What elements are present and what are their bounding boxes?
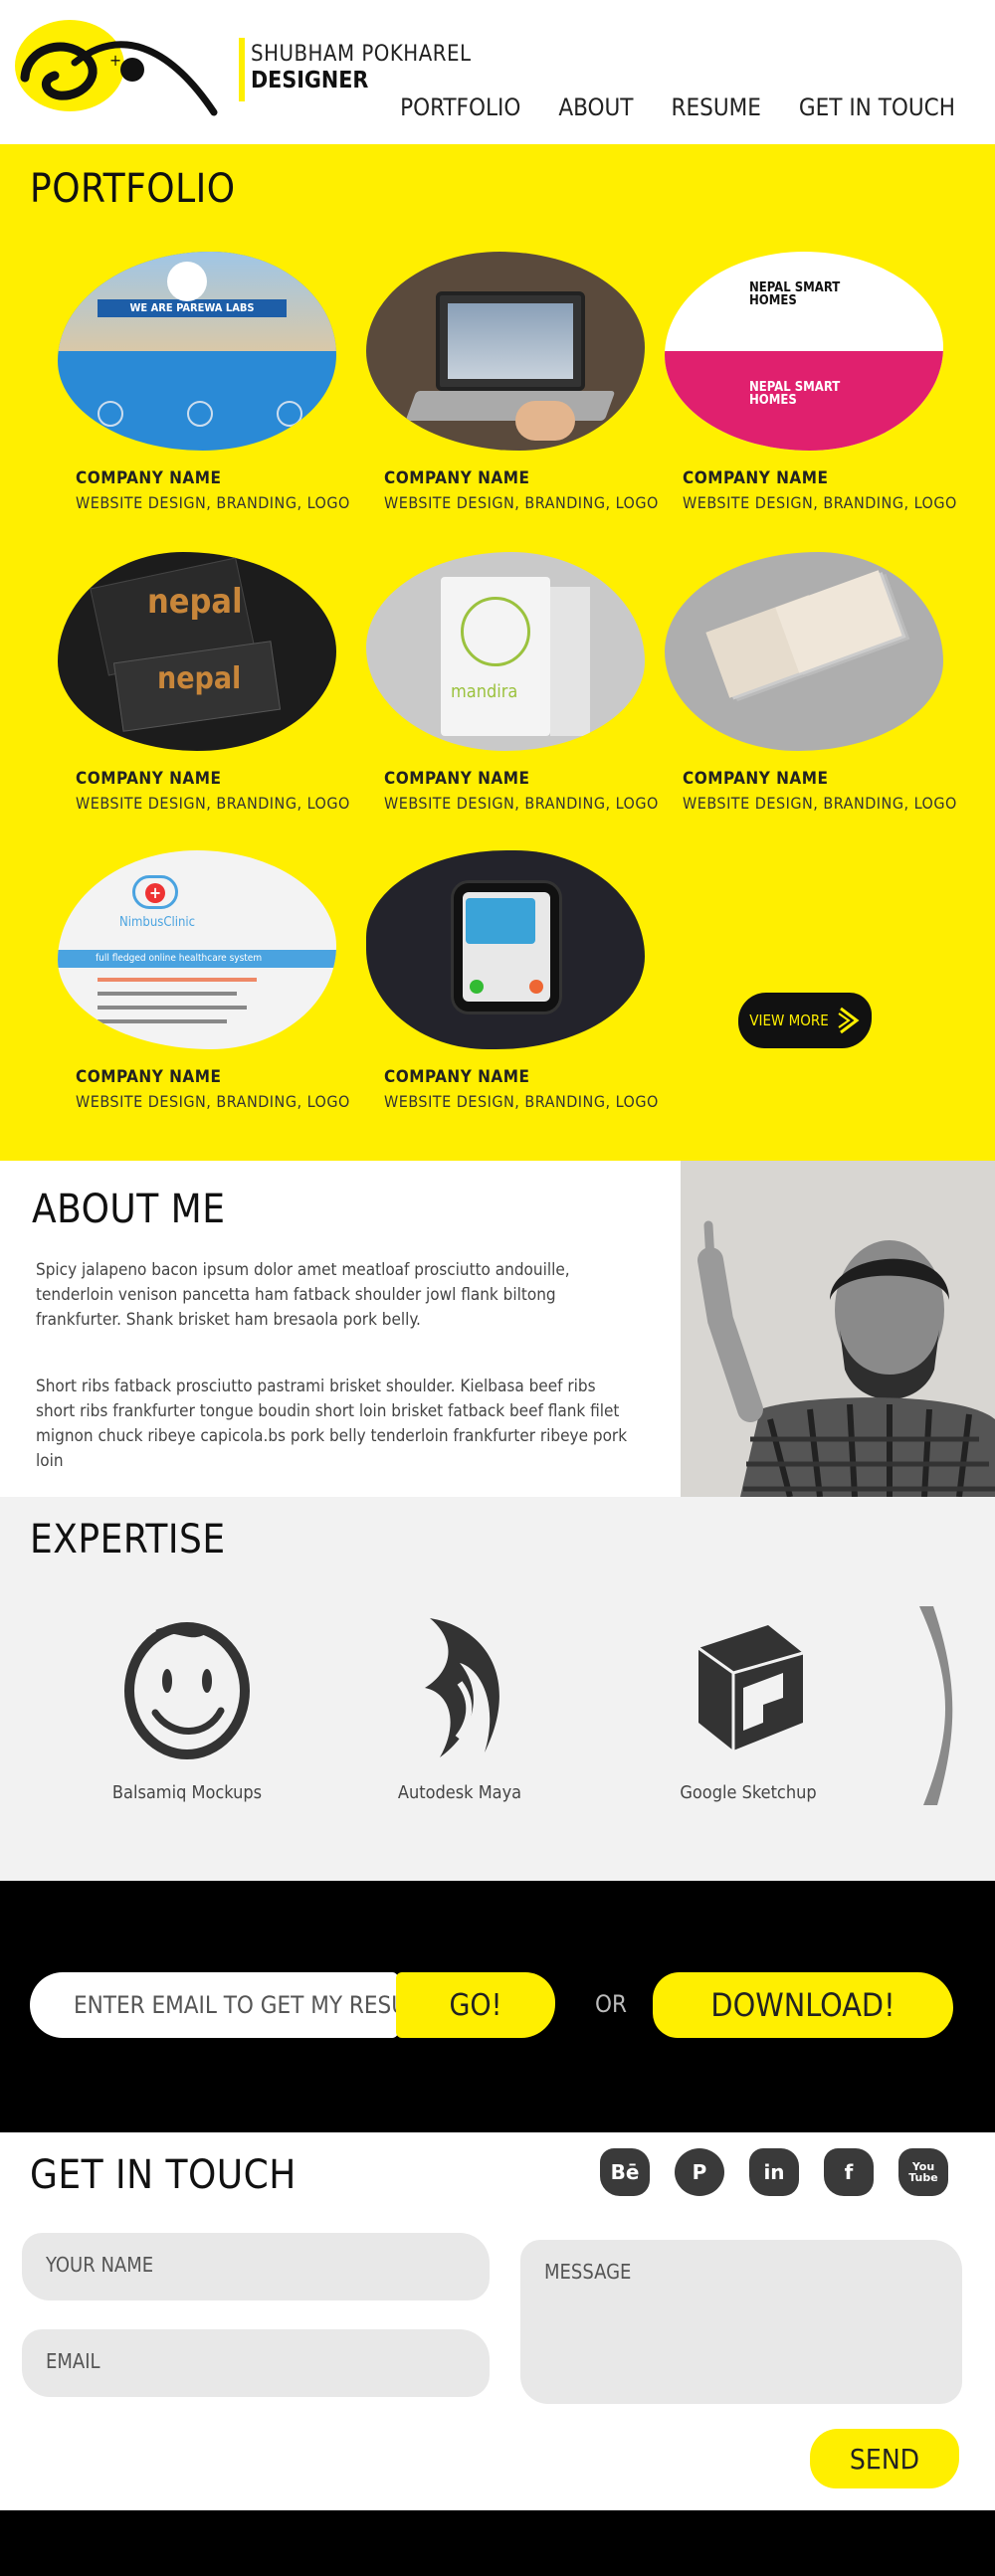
main-nav: PORTFOLIO ABOUT RESUME GET IN TOUCH [400,93,955,121]
card-tags: WEBSITE DESIGN, BRANDING, LOGO [76,493,350,512]
portfolio-section: PORTFOLIO WE ARE PAREWA LABS COMPANY NAM… [0,144,995,1161]
card-tags: WEBSITE DESIGN, BRANDING, LOGO [384,493,659,512]
site-footer [0,2510,995,2576]
message-textarea[interactable]: MESSAGE [520,2240,962,2404]
portfolio-image [665,552,943,751]
card-title: COMPANY NAME [76,769,222,789]
behance-icon[interactable]: Bē [600,2148,650,2196]
download-resume-button[interactable]: DOWNLOAD! [653,1972,953,2038]
portfolio-image-caption: full fledged online healthcare system [58,950,336,968]
portfolio-image [366,252,645,451]
portfolio-image: + NimbusClinic full fledged online healt… [58,850,336,1049]
view-more-button[interactable]: VIEW MORE [738,993,872,1048]
send-button[interactable]: SEND [810,2429,959,2488]
card-title: COMPANY NAME [76,468,222,488]
card-tags: WEBSITE DESIGN, BRANDING, LOGO [683,493,957,512]
card-title: COMPANY NAME [76,1067,222,1087]
portfolio-card[interactable]: WE ARE PAREWA LABS COMPANY NAME WEBSITE … [58,252,356,512]
nav-about[interactable]: ABOUT [558,93,633,121]
about-section: ABOUT ME Spicy jalapeno bacon ipsum dolo… [0,1161,995,1497]
portfolio-title: PORTFOLIO [30,166,236,212]
portfolio-image-caption: nepal [157,661,242,696]
expertise-section: EXPERTISE Balsamiq Mockups Autodesk Maya… [0,1497,995,1881]
youtube-icon[interactable]: You Tube [898,2148,948,2196]
portfolio-card[interactable]: COMPANY NAME WEBSITE DESIGN, BRANDING, L… [366,850,665,1111]
facebook-icon[interactable]: f [824,2148,874,2196]
svg-text:+: + [109,51,121,70]
resume-cta-section: ENTER EMAIL TO GET MY RESUME GO! OR DOWN… [0,1881,995,2132]
about-title: ABOUT ME [32,1187,226,1232]
chevron-right-icon[interactable] [913,1601,953,1810]
portfolio-image-caption: NEPAL SMART HOMES [749,280,841,308]
name-input[interactable]: YOUR NAME [22,2233,490,2300]
card-tags: WEBSITE DESIGN, BRANDING, LOGO [76,1092,350,1111]
about-paragraph: Spicy jalapeno bacon ipsum dolor amet me… [36,1260,570,1330]
card-title: COMPANY NAME [683,769,829,789]
skill-item: Google Sketchup [649,1613,848,1803]
portfolio-card[interactable]: nepal nepal COMPANY NAME WEBSITE DESIGN,… [58,552,356,813]
logo-icon[interactable]: + [15,18,219,122]
skill-item: Balsamiq Mockups [88,1613,287,1803]
maya-icon [425,1618,499,1757]
resume-email-input[interactable]: ENTER EMAIL TO GET MY RESUME [30,1972,439,2038]
nav-resume[interactable]: RESUME [671,93,760,121]
portfolio-card[interactable]: COMPANY NAME WEBSITE DESIGN, BRANDING, L… [665,552,963,813]
logo-role: DESIGNER [251,68,369,93]
email-input[interactable]: EMAIL [22,2329,490,2397]
contact-section: GET IN TOUCH Bē P in f You Tube YOUR NAM… [0,2132,995,2510]
card-tags: WEBSITE DESIGN, BRANDING, LOGO [76,794,350,813]
card-tags: WEBSITE DESIGN, BRANDING, LOGO [384,1092,659,1111]
portfolio-image: mandira [366,552,645,751]
card-title: COMPANY NAME [384,769,530,789]
skill-item: Autodesk Maya [360,1613,559,1803]
card-tags: WEBSITE DESIGN, BRANDING, LOGO [683,794,957,813]
portfolio-image [366,850,645,1049]
contact-title: GET IN TOUCH [30,2152,297,2198]
portfolio-image-caption: NEPAL SMART HOMES [749,380,841,408]
portfolio-card[interactable]: COMPANY NAME WEBSITE DESIGN, BRANDING, L… [366,252,665,512]
social-links: Bē P in f You Tube [600,2148,948,2196]
card-title: COMPANY NAME [384,1067,530,1087]
skill-label: Autodesk Maya [397,1782,522,1803]
portfolio-image: NEPAL SMART HOMES NEPAL SMART HOMES [665,252,943,451]
linkedin-icon[interactable]: in [749,2148,799,2196]
sketchup-icon [697,1625,804,1750]
card-tags: WEBSITE DESIGN, BRANDING, LOGO [384,794,659,813]
chevron-right-icon [838,1007,860,1034]
profile-photo [681,1161,995,1497]
card-title: COMPANY NAME [384,468,530,488]
portfolio-image: WE ARE PAREWA LABS [58,252,336,451]
portfolio-card[interactable]: + NimbusClinic full fledged online healt… [58,850,356,1111]
nav-portfolio[interactable]: PORTFOLIO [400,93,520,121]
portfolio-image-caption: nepal [147,582,243,622]
nav-get-in-touch[interactable]: GET IN TOUCH [799,93,955,121]
pinterest-icon[interactable]: P [675,2148,724,2196]
or-separator: OR [595,1990,627,2018]
portfolio-card[interactable]: NEPAL SMART HOMES NEPAL SMART HOMES COMP… [665,252,963,512]
card-title: COMPANY NAME [683,468,829,488]
view-more-label: VIEW MORE [749,1012,829,1029]
go-button[interactable]: GO! [396,1972,555,2038]
balsamiq-icon [124,1622,250,1759]
logo-name: SHUBHAM POKHAREL [251,42,472,67]
skill-label: Balsamiq Mockups [111,1782,263,1803]
expertise-title: EXPERTISE [30,1517,226,1563]
portfolio-image-caption: mandira [451,681,518,702]
about-paragraph: Short ribs fatback prosciutto pastrami b… [36,1377,628,1471]
portfolio-image-caption: NimbusClinic [119,915,196,930]
portfolio-image-caption: WE ARE PAREWA LABS [98,299,287,317]
site-header: + SHUBHAM POKHAREL DESIGNER PORTFOLIO AB… [0,0,995,144]
portfolio-card[interactable]: mandira COMPANY NAME WEBSITE DESIGN, BRA… [366,552,665,813]
logo-accent-bar [239,38,245,101]
skill-label: Google Sketchup [680,1782,817,1803]
portfolio-image: nepal nepal [58,552,336,751]
